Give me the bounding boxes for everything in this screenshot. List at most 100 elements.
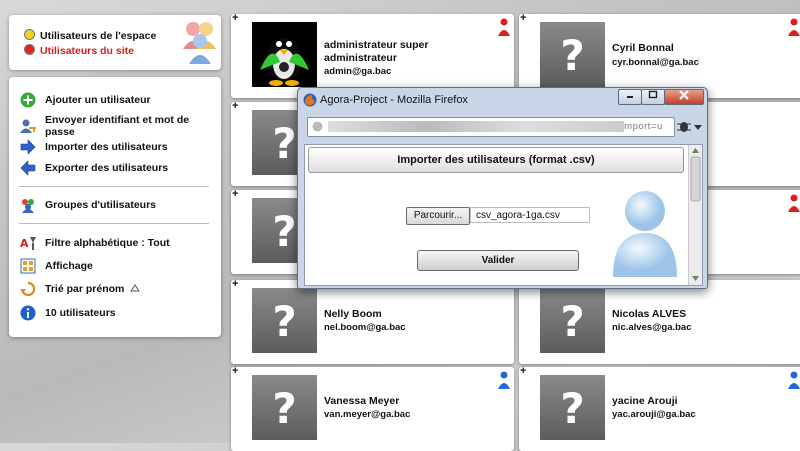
add-user-icon	[20, 92, 36, 108]
site-users-link[interactable]: Utilisateurs du site	[24, 44, 134, 57]
user-name: administrateur super administrateur	[324, 39, 429, 64]
display-icon	[20, 258, 36, 274]
user-card[interactable]: + ? Nelly Boom nel.boom@ga.bac	[231, 280, 514, 364]
user-card[interactable]: + ? yacine Arouji yac.arouji@ga.bac	[519, 367, 800, 451]
user-email: nel.boom@ga.bac	[324, 322, 406, 333]
user-name: Cyril Bonnal	[612, 42, 674, 54]
url-bar[interactable]: ████████████████████████████████████████…	[307, 117, 675, 137]
user-placeholder-icon: ?	[252, 288, 317, 353]
user-name: Nicolas ALVES	[612, 308, 687, 320]
site-users-label: Utilisateurs du site	[40, 45, 134, 57]
expand-plus-icon[interactable]: +	[520, 367, 526, 377]
svg-text:?: ?	[272, 297, 296, 346]
user-email: cyr.bonnal@ga.bac	[612, 57, 699, 68]
user-email: van.meyer@ga.bac	[324, 409, 411, 420]
users-menu-panel: Ajouter un utilisateur Envoyer identifia…	[9, 77, 221, 337]
browse-button[interactable]: Parcourir...	[406, 207, 470, 225]
user-card[interactable]: + ? Cyril Bonnal cyr.bonnal@ga.bac	[519, 14, 800, 98]
menu-item-label: Envoyer identifiant et mot de passe	[45, 114, 190, 138]
firefox-icon	[303, 93, 317, 107]
user-red-icon	[788, 18, 800, 36]
yellow-dot-icon	[24, 29, 35, 40]
menu-item-label: Trié par prénom	[45, 283, 125, 295]
url-text: ████████████████████████████████████████…	[328, 121, 663, 132]
user-avatar-icon	[613, 191, 677, 277]
scrollbar[interactable]	[688, 145, 702, 285]
display-menu-item[interactable]: Affichage	[20, 257, 93, 275]
space-users-label: Utilisateurs de l'espace	[40, 30, 157, 42]
svg-text:?: ?	[272, 119, 296, 168]
users-group-icon	[183, 22, 216, 64]
alpha-filter-icon: A	[20, 235, 36, 251]
user-email: nic.alves@ga.bac	[612, 322, 692, 333]
menu-item-label: Groupes d'utilisateurs	[45, 199, 157, 211]
menu-divider	[19, 186, 209, 187]
user-red-icon	[788, 194, 800, 212]
sort-ascending-icon[interactable]	[130, 283, 141, 295]
groups-icon	[20, 197, 36, 213]
user-card[interactable]: + ? Vanessa Meyer van.meyer@ga.bac	[231, 367, 514, 451]
maximize-button[interactable]	[641, 89, 665, 105]
import-heading: Importer des utilisateurs (format .csv)	[308, 147, 684, 173]
expand-plus-icon[interactable]: +	[232, 367, 238, 377]
admin-user-red-icon	[498, 18, 510, 36]
user-placeholder-icon: ?	[252, 375, 317, 440]
user-blue-icon	[498, 371, 510, 389]
user-email: admin@ga.bac	[324, 66, 392, 77]
window-title: Agora-Project - Mozilla Firefox	[320, 94, 468, 106]
user-name: Vanessa Meyer	[324, 395, 400, 407]
svg-text:?: ?	[272, 384, 296, 433]
menu-item-label: Filtre alphabétique : Tout	[45, 237, 170, 249]
sort-menu-item[interactable]: Trié par prénom	[20, 280, 141, 298]
user-card[interactable]: + administrateur super administrateur ad…	[231, 14, 514, 98]
user-placeholder-icon: ?	[540, 288, 605, 353]
users-count-item: 10 utilisateurs	[20, 304, 116, 322]
popup-content: Importer des utilisateurs (format .csv) …	[304, 144, 703, 286]
menu-item-label: Ajouter un utilisateur	[45, 94, 151, 106]
export-users-menu-item[interactable]: Exporter des utilisateurs	[20, 159, 168, 177]
close-button[interactable]	[664, 89, 704, 105]
send-credentials-icon	[20, 118, 36, 134]
space-users-link[interactable]: Utilisateurs de l'espace	[24, 29, 156, 42]
red-dot-icon	[24, 44, 35, 55]
sort-icon	[20, 281, 36, 297]
user-groups-menu-item[interactable]: Groupes d'utilisateurs	[20, 196, 156, 214]
info-icon	[20, 305, 36, 321]
svg-text:?: ?	[272, 207, 296, 256]
expand-plus-icon[interactable]: +	[232, 190, 238, 200]
menu-item-label: Importer des utilisateurs	[45, 141, 168, 153]
minimize-button[interactable]	[618, 89, 642, 105]
alpha-filter-menu-item[interactable]: A Filtre alphabétique : Tout	[20, 234, 170, 252]
space-users-panel: Utilisateurs de l'espace Utilisateurs du…	[9, 15, 221, 70]
menu-item-label: Exporter des utilisateurs	[45, 162, 169, 174]
expand-plus-icon[interactable]: +	[232, 102, 238, 112]
bug-addon-icon[interactable]	[677, 121, 691, 133]
user-card[interactable]: + ? Nicolas ALVES nic.alves@ga.bac	[519, 280, 800, 364]
expand-plus-icon[interactable]: +	[520, 14, 526, 24]
menu-item-label: Affichage	[45, 260, 93, 272]
file-name-field[interactable]: csv_agora-1ga.csv	[470, 207, 590, 223]
menu-item-label: 10 utilisateurs	[45, 307, 116, 319]
expand-plus-icon[interactable]: +	[232, 14, 238, 24]
user-blue-icon	[788, 371, 800, 389]
site-identity-icon	[312, 121, 323, 132]
svg-text:?: ?	[560, 384, 584, 433]
expand-plus-icon[interactable]: +	[232, 280, 238, 290]
firefox-popup-window: Agora-Project - Mozilla Firefox ████████…	[297, 87, 708, 289]
import-arrow-icon	[20, 139, 36, 155]
send-credentials-menu-item[interactable]: Envoyer identifiant et mot de passe	[20, 114, 221, 138]
menu-divider	[19, 223, 209, 224]
user-name: Nelly Boom	[324, 308, 382, 320]
user-placeholder-icon: ?	[540, 22, 605, 87]
tux-icon	[252, 22, 317, 87]
user-placeholder-icon: ?	[540, 375, 605, 440]
user-email: yac.arouji@ga.bac	[612, 409, 696, 420]
export-arrow-icon	[20, 160, 36, 176]
submit-button[interactable]: Valider	[417, 250, 579, 271]
import-users-menu-item[interactable]: Importer des utilisateurs	[20, 138, 168, 156]
svg-text:?: ?	[560, 31, 584, 80]
add-user-menu-item[interactable]: Ajouter un utilisateur	[20, 91, 151, 109]
url-visible-part: mport=u	[624, 121, 663, 132]
svg-text:A: A	[20, 237, 29, 250]
chevron-down-icon[interactable]	[694, 125, 702, 131]
